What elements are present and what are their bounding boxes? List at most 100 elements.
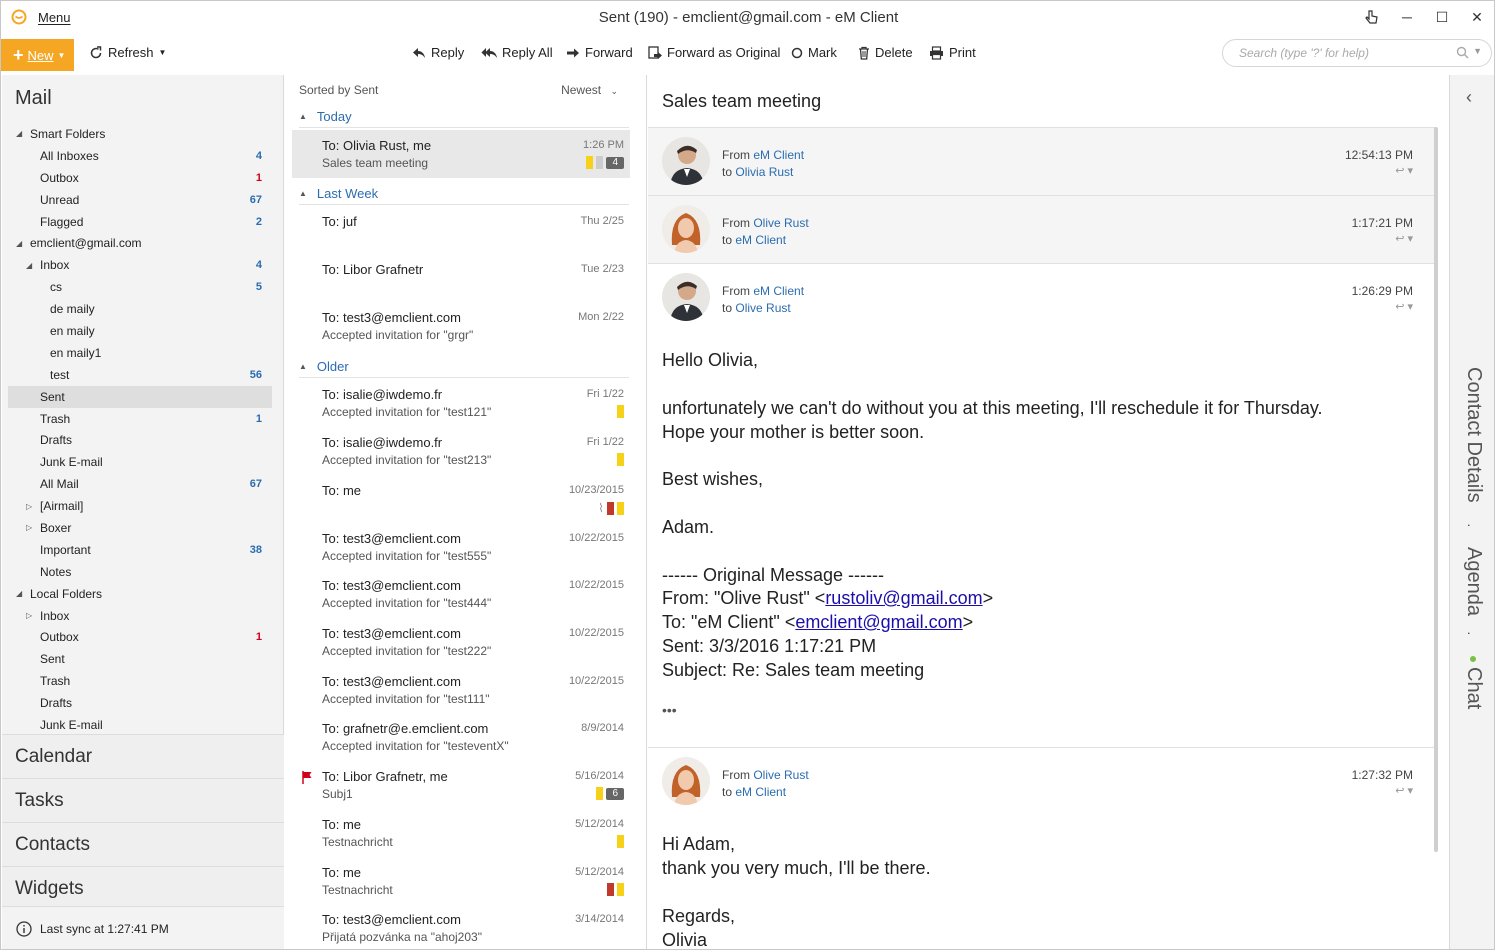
search-input[interactable]: Search (type '?' for help) ▼ xyxy=(1222,39,1492,67)
message-list-item[interactable]: To: me Testnachricht 5/12/2014 xyxy=(292,857,630,905)
recipient-link[interactable]: eM Client xyxy=(735,233,786,247)
sidebar-item[interactable]: Unread 67 xyxy=(8,189,272,211)
sidebar-item[interactable]: ▷ [Airmail] xyxy=(8,495,272,517)
thread-count-badge[interactable]: 4 xyxy=(606,156,624,169)
sidebar-item[interactable]: ▷ Boxer xyxy=(8,517,272,539)
collapse-chevron-icon[interactable]: ‹ xyxy=(1466,87,1472,108)
message-list-item[interactable]: To: test3@emclient.com Accepted invitatio… xyxy=(292,618,630,666)
thread-count-badge[interactable]: 6 xyxy=(606,787,624,800)
message-list-item[interactable]: To: isalie@iwdemo.fr Accepted invitation … xyxy=(292,379,630,427)
message-list-item[interactable]: To: Olivia Rust, me Sales team meeting 1:2… xyxy=(292,130,630,178)
sidebar-item[interactable]: Sent xyxy=(8,385,272,408)
sidebar-item[interactable]: ▷ Inbox xyxy=(8,605,272,627)
forward-button[interactable]: Forward xyxy=(566,45,633,60)
forward-as-original-button[interactable]: Forward as Original xyxy=(648,45,780,60)
sidebar-item[interactable]: ◢ Inbox 4 xyxy=(8,254,272,276)
sidebar-item[interactable]: Drafts xyxy=(8,429,272,451)
refresh-button[interactable]: Refresh ▼ xyxy=(89,45,166,60)
reply-dropdown-icon[interactable]: ↩ ▾ xyxy=(1395,164,1413,177)
recipient-link[interactable]: Olive Rust xyxy=(735,301,790,315)
sidebar-item[interactable]: Trash xyxy=(8,670,272,692)
recipient-link[interactable]: eM Client xyxy=(735,785,786,799)
reply-dropdown-icon[interactable]: ↩ ▾ xyxy=(1395,784,1413,797)
sender-link[interactable]: Olive Rust xyxy=(753,768,808,782)
reply-button[interactable]: Reply xyxy=(412,45,464,60)
group-last-week[interactable]: ▲ Last Week xyxy=(299,183,629,205)
red-flag-icon[interactable] xyxy=(302,771,312,784)
message-list-item[interactable]: To: juf Thu 2/25 xyxy=(292,206,630,254)
group-today[interactable]: ▲ Today xyxy=(299,106,629,128)
sidebar-item[interactable]: Junk E-mail xyxy=(8,451,272,473)
close-button[interactable]: ✕ xyxy=(1467,7,1487,27)
message-list-item[interactable]: To: test3@emclient.com Přijatá pozvánka n… xyxy=(292,904,630,949)
sidebar-item[interactable]: ◢ Local Folders xyxy=(8,583,272,605)
message-list-item[interactable]: To: isalie@iwdemo.fr Accepted invitation … xyxy=(292,427,630,475)
show-more-ellipsis[interactable]: ••• xyxy=(662,698,677,722)
expand-triangle-icon[interactable]: ▷ xyxy=(26,611,32,620)
reply-dropdown-icon[interactable]: ↩ ▾ xyxy=(1395,232,1413,245)
message-list-item[interactable]: To: test3@emclient.com Accepted invitatio… xyxy=(292,302,630,350)
message-list-item[interactable]: To: test3@emclient.com Accepted invitatio… xyxy=(292,523,630,571)
message-list-item[interactable]: To: Libor Grafnetr Tue 2/23 xyxy=(292,254,630,302)
nav-calendar[interactable]: Calendar xyxy=(2,734,284,778)
sidebar-item[interactable]: en maily xyxy=(8,320,272,342)
message-list-item[interactable]: To: grafnetr@e.emclient.com Accepted invi… xyxy=(292,713,630,761)
email-link[interactable]: rustoliv@gmail.com xyxy=(825,588,982,608)
new-button[interactable]: + New ▼ xyxy=(1,39,74,71)
expand-triangle-icon[interactable]: ▷ xyxy=(26,502,32,511)
search-icon[interactable] xyxy=(1456,46,1469,59)
sender-link[interactable]: eM Client xyxy=(753,148,804,162)
sidebar-item[interactable]: Outbox 1 xyxy=(8,626,272,648)
group-older[interactable]: ▲ Older xyxy=(299,356,629,378)
message-list-item[interactable]: To: me 10/23/2015 ⌇ xyxy=(292,475,630,523)
message-list-item[interactable]: To: test3@emclient.com Accepted invitatio… xyxy=(292,666,630,714)
sidebar-item[interactable]: Sent xyxy=(8,648,272,670)
reply-dropdown-icon[interactable]: ↩ ▾ xyxy=(1395,300,1413,313)
sidebar-item[interactable]: Junk E-mail xyxy=(8,714,272,733)
sidebar-item[interactable]: cs 5 xyxy=(8,276,272,298)
expand-triangle-icon[interactable]: ▷ xyxy=(26,523,32,532)
mark-button[interactable]: Mark xyxy=(791,45,837,60)
delete-button[interactable]: Delete xyxy=(858,45,913,60)
sidebar-item[interactable]: All Inboxes 4 xyxy=(8,145,272,167)
recipient-link[interactable]: Olivia Rust xyxy=(735,165,793,179)
sidebar-item[interactable]: Outbox 1 xyxy=(8,167,272,189)
sidebar-item[interactable]: Trash 1 xyxy=(8,408,272,430)
sidebar-item[interactable]: Drafts xyxy=(8,692,272,714)
reply-all-button[interactable]: Reply All xyxy=(481,45,553,60)
message-header-collapsed[interactable]: From Olive Rust to eM Client 1:17:21 PM … xyxy=(648,195,1435,263)
collapse-triangle-icon[interactable]: ◢ xyxy=(16,589,22,598)
agenda-tab[interactable]: Agenda xyxy=(1462,547,1485,616)
collapse-triangle-icon[interactable]: ◢ xyxy=(26,261,32,270)
sort-order-dropdown[interactable]: Newest ⌄ xyxy=(561,83,618,97)
sidebar-item[interactable]: All Mail 67 xyxy=(8,473,272,495)
search-options-chevron-icon[interactable]: ▼ xyxy=(1473,46,1482,56)
collapse-triangle-icon[interactable]: ◢ xyxy=(16,239,22,248)
collapse-triangle-icon[interactable]: ◢ xyxy=(16,129,22,138)
message-list-item[interactable]: To: Libor Grafnetr, me Subj1 5/16/2014 6 xyxy=(292,761,630,809)
sidebar-item[interactable]: de maily xyxy=(8,298,272,320)
nav-widgets[interactable]: Widgets xyxy=(2,866,284,910)
contact-details-tab[interactable]: Contact Details xyxy=(1462,367,1485,503)
nav-contacts[interactable]: Contacts xyxy=(2,822,284,866)
message-header-collapsed[interactable]: From eM Client to Olivia Rust 12:54:13 P… xyxy=(648,127,1435,195)
message-list-item[interactable]: To: me Testnachricht 5/12/2014 xyxy=(292,809,630,857)
nav-tasks[interactable]: Tasks xyxy=(2,778,284,822)
sidebar-item[interactable]: Flagged 2 xyxy=(8,211,272,233)
sidebar-item[interactable]: test 56 xyxy=(8,364,272,386)
sidebar-item[interactable]: Important 38 xyxy=(8,539,272,561)
minimize-button[interactable]: ─ xyxy=(1397,7,1417,27)
sidebar-item[interactable]: Notes xyxy=(8,561,272,583)
sender-link[interactable]: eM Client xyxy=(753,284,804,298)
sort-label[interactable]: Sorted by Sent xyxy=(299,83,378,97)
message-list-item[interactable]: To: test3@emclient.com Accepted invitatio… xyxy=(292,570,630,618)
sidebar-item[interactable]: ◢ emclient@gmail.com xyxy=(8,232,272,254)
maximize-button[interactable]: ☐ xyxy=(1432,7,1452,27)
reading-pane-scrollbar[interactable] xyxy=(1434,127,1438,852)
sidebar-item[interactable]: ◢ Smart Folders xyxy=(8,123,272,145)
print-button[interactable]: Print xyxy=(929,45,976,60)
touch-mode-icon[interactable] xyxy=(1361,7,1381,27)
sidebar-item[interactable]: en maily1 xyxy=(8,342,272,364)
email-link[interactable]: emclient@gmail.com xyxy=(795,612,962,632)
chat-tab[interactable]: Chat xyxy=(1462,667,1485,709)
